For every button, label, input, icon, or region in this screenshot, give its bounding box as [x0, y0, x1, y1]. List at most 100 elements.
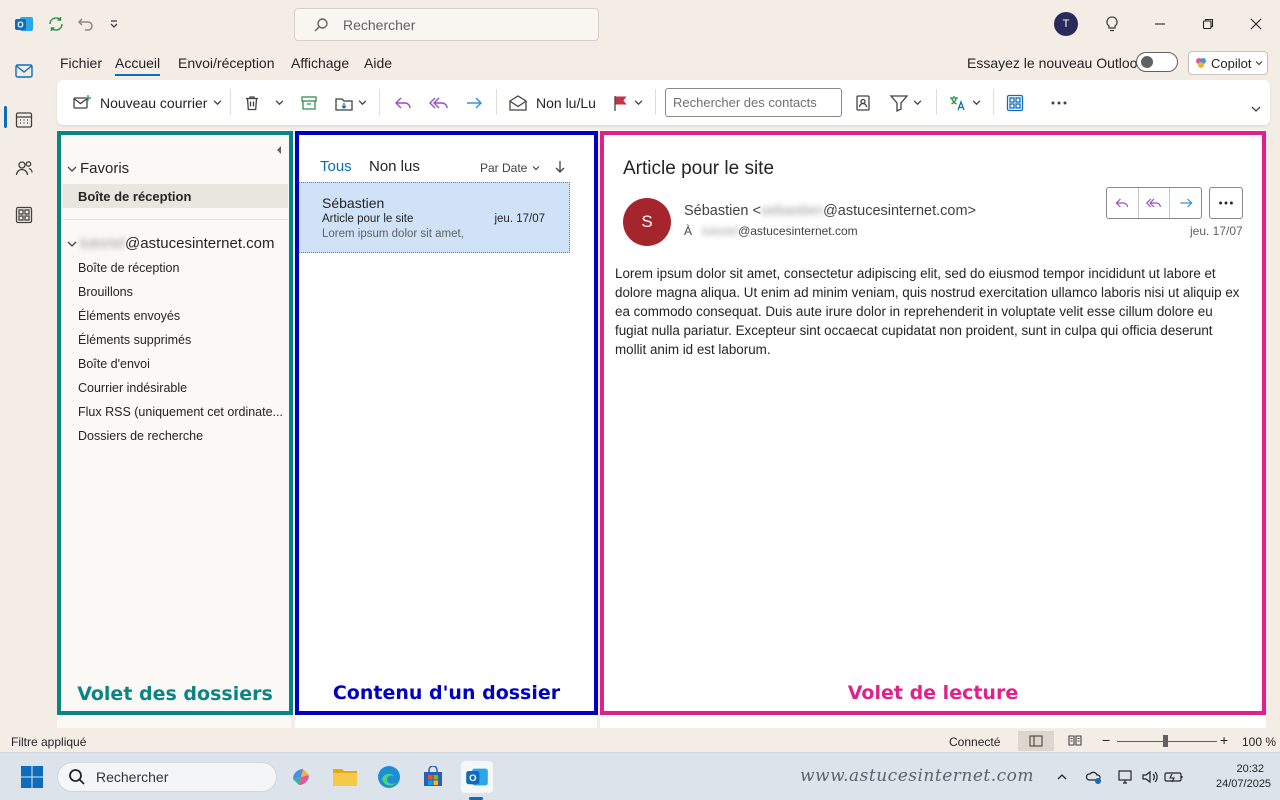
forward-button[interactable] [1170, 188, 1201, 218]
try-new-outlook-label: Essayez le nouveau Outlook [967, 55, 1145, 71]
new-mail-button[interactable]: Nouveau courrier [72, 80, 222, 125]
favorite-inbox[interactable]: Boîte de réception [63, 184, 288, 208]
reply-all-icon [429, 97, 448, 108]
sort-label: Par Date [480, 161, 528, 175]
chevron-down-icon [532, 166, 540, 171]
all-apps-button[interactable] [1005, 80, 1025, 125]
filter-button[interactable] [889, 80, 922, 125]
message-date: jeu. 17/07 [494, 213, 545, 225]
more-options-button[interactable] [1049, 80, 1069, 125]
chevron-down-icon [1256, 61, 1263, 66]
message-item[interactable]: Sébastien Article pour le site jeu. 17/0… [298, 182, 570, 253]
tab-envoi-reception[interactable]: Envoi/réception [178, 55, 275, 71]
reading-view-button[interactable] [1068, 734, 1082, 749]
people-icon[interactable] [12, 156, 36, 180]
ribbon-divider [230, 89, 231, 115]
reading-from[interactable]: Sébastien <sebastien@astucesinternet.com… [684, 203, 976, 219]
battery-icon[interactable] [1159, 762, 1189, 792]
tab-all-messages[interactable]: Tous [320, 158, 352, 175]
folder-inbox[interactable]: Boîte de réception [78, 261, 179, 275]
tab-affichage[interactable]: Affichage [291, 55, 349, 71]
flag-button[interactable] [612, 80, 643, 125]
chevron-down-icon[interactable] [913, 98, 922, 107]
folder-search-folders[interactable]: Dossiers de recherche [78, 429, 203, 443]
forward-button[interactable] [464, 80, 484, 125]
watermark: www.astucesinternet.com [800, 766, 1035, 786]
address-book-button[interactable] [854, 80, 872, 125]
ribbon: Nouveau courrier Non lu/Lu Rechercher de… [57, 80, 1270, 125]
zoom-out-button[interactable]: − [1102, 732, 1110, 748]
chevron-down-icon[interactable] [358, 98, 367, 107]
tab-unread-messages[interactable]: Non lus [369, 158, 420, 175]
tab-accueil[interactable]: Accueil [115, 55, 161, 76]
from-name: Sébastien < [684, 203, 761, 219]
close-button[interactable] [1244, 12, 1268, 36]
copilot-taskbar-icon[interactable] [286, 762, 316, 792]
windows-start-icon[interactable] [17, 762, 47, 792]
contact-search-input[interactable]: Rechercher des contacts [665, 88, 842, 117]
translate-button[interactable] [948, 80, 981, 125]
chevron-down-icon [67, 166, 77, 172]
user-avatar[interactable]: T [1054, 12, 1078, 36]
customize-toolbar-icon[interactable] [102, 12, 126, 36]
system-clock[interactable]: 20:32 24/07/2025 [1216, 762, 1271, 792]
folder-outbox[interactable]: Boîte d'envoi [78, 357, 150, 371]
reply-button[interactable] [393, 80, 413, 125]
zoom-in-button[interactable]: + [1220, 732, 1228, 748]
file-explorer-icon[interactable] [330, 762, 360, 792]
delete-button[interactable] [243, 80, 284, 125]
normal-view-button[interactable] [1018, 731, 1054, 751]
show-hidden-icons-button[interactable] [1047, 762, 1077, 792]
reply-button[interactable] [1107, 188, 1139, 218]
lightbulb-icon[interactable] [1100, 12, 1124, 36]
new-mail-icon [73, 94, 91, 109]
collapse-folder-pane-icon[interactable] [275, 143, 283, 158]
folder-sent[interactable]: Éléments envoyés [78, 309, 180, 323]
account-header[interactable]: tutoriel@astucesinternet.com [66, 235, 275, 252]
favorites-header[interactable]: Favoris [66, 160, 129, 177]
chevron-down-icon[interactable] [213, 98, 222, 107]
restore-button[interactable] [1196, 12, 1220, 36]
sender-avatar[interactable]: S [623, 198, 671, 246]
chevron-down-icon[interactable] [275, 98, 284, 107]
folder-deleted[interactable]: Éléments supprimés [78, 333, 191, 347]
mail-icon[interactable] [12, 59, 36, 83]
minimize-button[interactable] [1148, 12, 1172, 36]
sort-direction-icon[interactable] [554, 160, 566, 177]
outlook-taskbar-icon[interactable]: O [461, 761, 493, 793]
message-preview: Lorem ipsum dolor sit amet, [322, 228, 464, 240]
taskbar-search[interactable]: Rechercher [57, 762, 277, 792]
folder-junk[interactable]: Courrier indésirable [78, 381, 187, 395]
folder-rss[interactable]: Flux RSS (uniquement cet ordinate... [78, 405, 283, 419]
folder-drafts[interactable]: Brouillons [78, 285, 133, 299]
reply-all-button[interactable] [1139, 188, 1171, 218]
apps-icon[interactable] [12, 203, 36, 227]
onedrive-icon[interactable] [1079, 762, 1109, 792]
move-button[interactable] [334, 80, 367, 125]
ribbon-expand-button[interactable] [1250, 86, 1262, 131]
ribbon-divider [379, 89, 380, 115]
reply-all-button[interactable] [428, 80, 450, 125]
taskbar-search-label: Rechercher [96, 769, 169, 785]
sort-by-date-button[interactable]: Par Date [480, 161, 541, 175]
unread-read-label: Non lu/Lu [536, 94, 596, 111]
copilot-button[interactable]: Copilot [1188, 51, 1268, 75]
zoom-slider-thumb[interactable] [1163, 735, 1168, 747]
sync-icon[interactable] [44, 12, 68, 36]
edge-browser-icon[interactable] [374, 762, 404, 792]
svg-text:O: O [469, 773, 477, 784]
app-rail [0, 48, 48, 728]
microsoft-store-icon[interactable] [418, 762, 448, 792]
global-search-input[interactable]: Rechercher [294, 8, 599, 41]
tab-aide[interactable]: Aide [364, 55, 392, 71]
unread-read-button[interactable]: Non lu/Lu [508, 80, 596, 125]
try-new-outlook-toggle[interactable] [1136, 52, 1178, 72]
chevron-down-icon[interactable] [634, 98, 643, 107]
tab-fichier[interactable]: Fichier [60, 55, 102, 71]
svg-text:O: O [17, 21, 23, 30]
undo-icon[interactable] [74, 12, 98, 36]
chevron-down-icon[interactable] [972, 98, 981, 107]
calendar-icon[interactable] [12, 108, 36, 132]
reading-more-button[interactable] [1209, 187, 1243, 219]
archive-button[interactable] [300, 80, 318, 125]
